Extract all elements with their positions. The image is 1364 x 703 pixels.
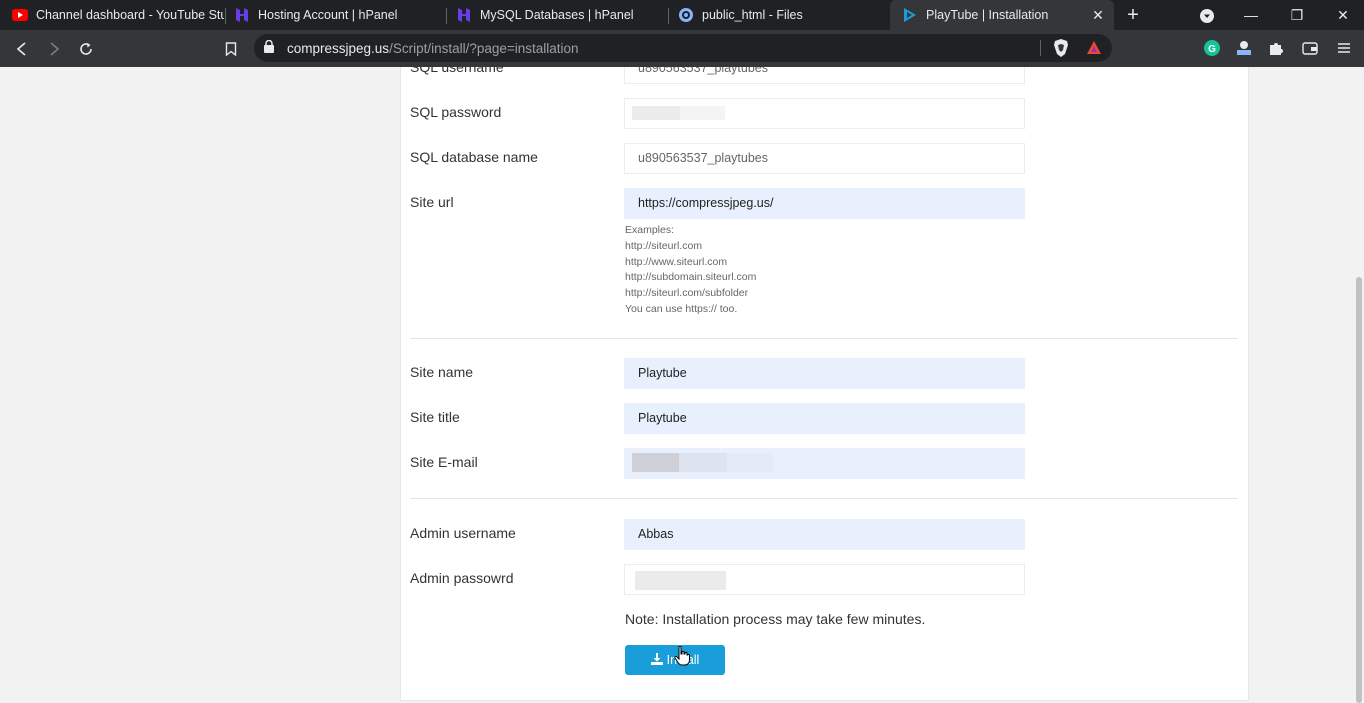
tab-search-button[interactable] [1184, 0, 1230, 30]
admin-username-label: Admin username [410, 525, 516, 541]
forward-button[interactable] [41, 36, 67, 62]
restore-button[interactable]: ❐ [1274, 0, 1320, 30]
redacted-password-mask [680, 106, 725, 120]
extension-download-icon[interactable] [1234, 38, 1254, 58]
svg-text:G: G [1208, 44, 1216, 55]
minimize-button[interactable]: — [1228, 0, 1274, 30]
download-icon [650, 652, 663, 668]
tab-public-html-files[interactable]: public_html - Files [666, 0, 888, 30]
admin-password-label: Admin passowrd [410, 570, 514, 586]
files-icon [678, 7, 694, 23]
tab-mysql-databases[interactable]: MySQL Databases | hPanel [444, 0, 666, 30]
address-bar[interactable]: compressjpeg.us/Script/install/?page=ins… [254, 34, 1112, 62]
hint-line: You can use https:// too. [625, 302, 738, 315]
wallet-icon[interactable] [1300, 38, 1320, 58]
grammarly-icon[interactable]: G [1202, 38, 1222, 58]
site-name-input[interactable]: Playtube [624, 358, 1025, 389]
url-host: compressjpeg.us [287, 41, 390, 56]
hint-line: http://siteurl.com/subfolder [625, 287, 749, 300]
tab-title: PlayTube | Installation [926, 8, 1049, 22]
hostinger-icon [234, 7, 250, 23]
site-url-examples: Examples: http://siteurl.com http://www.… [625, 223, 756, 318]
tab-title: Hosting Account | hPanel [258, 8, 398, 22]
extensions-puzzle-icon[interactable] [1266, 38, 1286, 58]
admin-username-input[interactable]: Abbas [624, 519, 1025, 550]
redacted-password-mask [635, 571, 726, 590]
hint-line: http://www.siteurl.com [625, 255, 728, 268]
lock-icon [264, 39, 274, 58]
tab-title: Channel dashboard - YouTube Stud [36, 8, 224, 22]
menu-icon[interactable] [1334, 38, 1354, 58]
page-viewport: SQL username u890563537_playtubes SQL pa… [0, 67, 1364, 703]
back-button[interactable] [9, 36, 35, 62]
page-scrollbar[interactable] [1354, 67, 1364, 703]
site-name-label: Site name [410, 364, 474, 380]
tab-title: public_html - Files [702, 8, 803, 22]
sql-database-name-label: SQL database name [410, 149, 538, 165]
tab-title: MySQL Databases | hPanel [480, 8, 634, 22]
redacted-email-mask [679, 453, 727, 472]
redacted-email-mask [727, 453, 773, 472]
hand-cursor-icon [674, 645, 690, 671]
playtube-icon [902, 7, 918, 23]
sql-username-label: SQL username [410, 67, 504, 75]
new-tab-button[interactable]: + [1121, 3, 1145, 27]
tab-hosting-account[interactable]: Hosting Account | hPanel [222, 0, 444, 30]
hint-line: http://subdomain.siteurl.com [625, 271, 757, 284]
url-text: compressjpeg.us/Script/install/?page=ins… [287, 41, 579, 56]
hostinger-icon [456, 7, 472, 23]
site-title-label: Site title [410, 409, 460, 425]
hint-line: Examples: [625, 224, 675, 236]
redacted-password-mask [632, 106, 680, 120]
section-divider [410, 498, 1238, 499]
tab-strip: Channel dashboard - YouTube Stud Hosting… [0, 0, 1364, 30]
url-path: /Script/install/?page=installation [389, 41, 579, 56]
redacted-email-mask [632, 453, 679, 472]
sql-password-label: SQL password [410, 104, 502, 120]
installation-note: Note: Installation process may take few … [625, 611, 926, 627]
site-url-label: Site url [410, 194, 454, 210]
sql-username-input[interactable]: u890563537_playtubes [624, 67, 1025, 84]
browser-toolbar: compressjpeg.us/Script/install/?page=ins… [0, 30, 1364, 67]
omnibox-divider [1040, 40, 1041, 56]
sql-database-name-input[interactable]: u890563537_playtubes [624, 143, 1025, 174]
bookmark-button[interactable] [218, 36, 244, 62]
youtube-icon [12, 7, 28, 23]
close-tab-icon[interactable]: ✕ [1090, 7, 1106, 23]
brave-rewards-icon[interactable] [1084, 38, 1104, 58]
tab-youtube-studio[interactable]: Channel dashboard - YouTube Stud [0, 0, 224, 30]
site-email-label: Site E-mail [410, 454, 478, 470]
section-divider [410, 338, 1238, 339]
site-url-input[interactable]: https://compressjpeg.us/ [624, 188, 1025, 219]
close-window-button[interactable]: ✕ [1320, 0, 1364, 30]
hint-line: http://siteurl.com [625, 239, 703, 252]
brave-shield-icon[interactable] [1051, 38, 1071, 58]
site-title-input[interactable]: Playtube [624, 403, 1025, 434]
tab-playtube-installation[interactable]: PlayTube | Installation ✕ [890, 0, 1114, 30]
reload-button[interactable] [73, 36, 99, 62]
scrollbar-thumb[interactable] [1356, 277, 1362, 703]
